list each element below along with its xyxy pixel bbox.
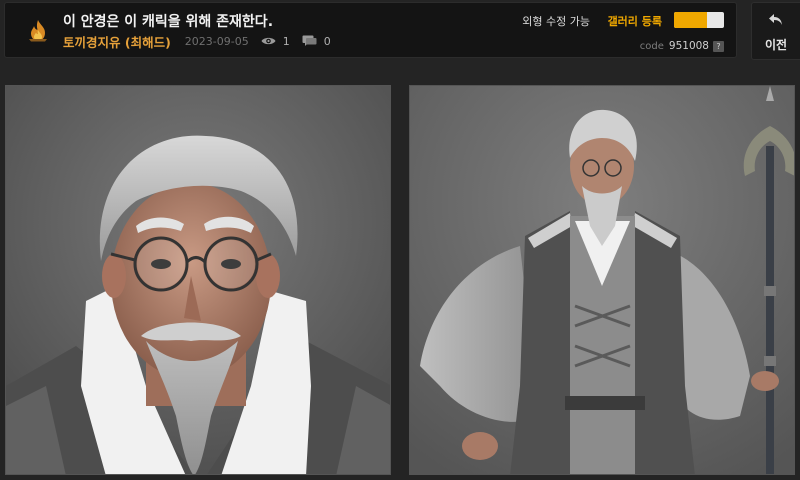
- back-label: 이전: [764, 38, 788, 52]
- gallery-register-label: 갤러리 등록: [607, 15, 662, 28]
- character-face-image: [6, 86, 390, 474]
- post-meta: 토끼경지유 (최해드) 2023-09-05 1 0: [63, 32, 343, 51]
- post-header: 이 안경은 이 캐릭을 위해 존재한다. 토끼경지유 (최해드) 2023-09…: [4, 2, 737, 58]
- code-info: code 951008 ?: [640, 40, 724, 52]
- author-name[interactable]: 토끼경지유 (최해드): [63, 32, 171, 51]
- view-count-value: 1: [282, 34, 290, 48]
- code-value: 951008: [668, 40, 709, 52]
- flame-logo-icon: [29, 20, 47, 42]
- comment-count: 0: [302, 35, 331, 48]
- post-date: 2023-09-05: [184, 34, 249, 48]
- post-title: 이 안경은 이 캐릭을 위해 존재한다.: [63, 14, 274, 30]
- view-count: 1: [261, 35, 290, 48]
- back-arrow-icon: [769, 14, 782, 25]
- help-icon[interactable]: ?: [713, 40, 724, 52]
- appearance-editable-label: 외형 수정 가능: [522, 15, 590, 28]
- gallery-image-2[interactable]: [409, 85, 795, 475]
- comment-icon: [302, 35, 317, 46]
- eye-icon: [261, 37, 276, 45]
- gallery-register-toggle[interactable]: [674, 12, 724, 28]
- code-label: code: [639, 40, 664, 52]
- comment-count-value: 0: [323, 34, 331, 48]
- character-fullbody-image: [410, 86, 794, 474]
- gallery-image-1[interactable]: [5, 85, 391, 475]
- gallery-register-toggle-fill: [674, 12, 707, 28]
- post-options: 외형 수정 가능 갤러리 등록 code 951008 ?: [504, 11, 724, 55]
- back-button[interactable]: 이전: [751, 2, 800, 60]
